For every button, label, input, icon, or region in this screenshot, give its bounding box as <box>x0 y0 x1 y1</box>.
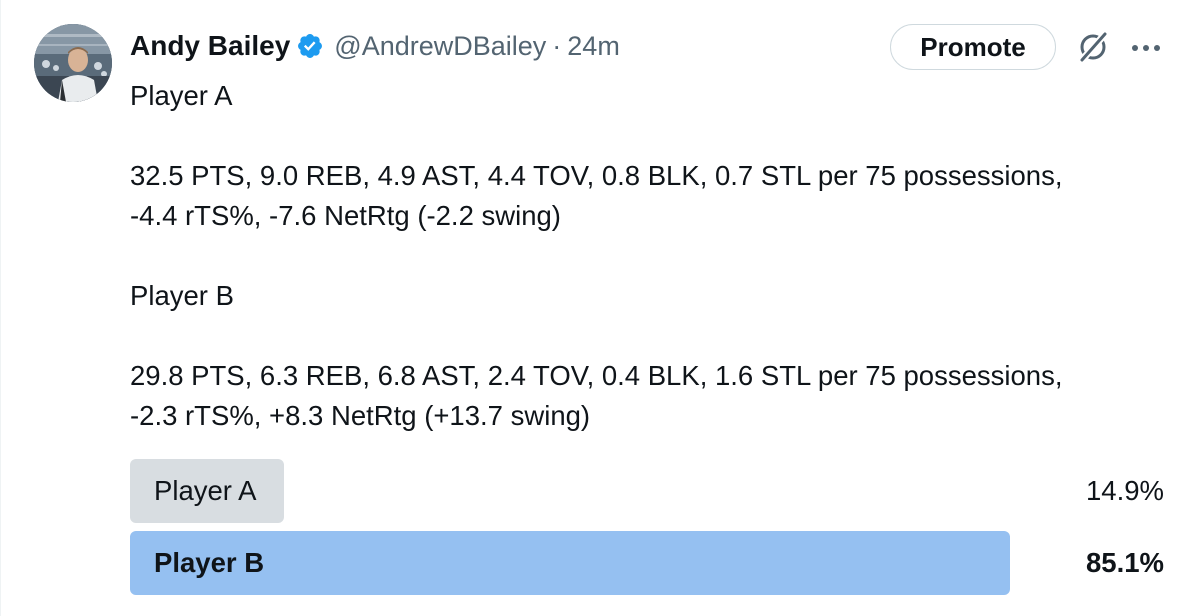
tweet-line-player-a-stats-2: -4.4 rTS%, -7.6 NetRtg (-2.2 swing) <box>130 200 561 231</box>
more-options-icon[interactable] <box>1128 34 1164 62</box>
tweet-header: Andy Bailey @AndrewDBailey · 24m <box>130 26 620 66</box>
author-name[interactable]: Andy Bailey <box>130 30 290 62</box>
author-handle[interactable]: @AndrewDBailey <box>334 31 546 62</box>
tweet-blank-line <box>130 316 1160 356</box>
tweet-line-player-b-stats-2: -2.3 rTS%, +8.3 NetRtg (+13.7 swing) <box>130 400 591 431</box>
tweet-line-player-b-heading: Player B <box>130 280 234 311</box>
header-separator: · <box>552 30 562 61</box>
tweet-line-player-b-stats-1: 29.8 PTS, 6.3 REB, 6.8 AST, 2.4 TOV, 0.4… <box>130 360 1063 391</box>
poll: Player A 14.9% Player B 85.1% <box>130 459 1164 603</box>
poll-option-percent: 85.1% <box>1086 547 1164 578</box>
avatar-photo <box>34 24 112 102</box>
tweet-line-player-a-stats-1: 32.5 PTS, 9.0 REB, 4.9 AST, 4.4 TOV, 0.8… <box>130 160 1063 191</box>
poll-option-player-b: Player B 85.1% <box>130 531 1164 595</box>
tweet-blank-line <box>130 236 1160 276</box>
tweet-line-player-a-heading: Player A <box>130 80 233 111</box>
left-divider <box>0 0 1 616</box>
poll-option-label: Player B <box>154 547 265 578</box>
avatar[interactable] <box>34 24 112 102</box>
poll-option-player-a: Player A 14.9% <box>130 459 1164 523</box>
tweet-body: Player A 32.5 PTS, 9.0 REB, 4.9 AST, 4.4… <box>130 76 1160 436</box>
timestamp[interactable]: 24m <box>567 31 620 62</box>
poll-option-label: Player A <box>154 475 257 506</box>
tweet-blank-line <box>130 116 1160 156</box>
verified-badge-icon <box>298 34 323 58</box>
poll-option-percent: 14.9% <box>1086 475 1164 506</box>
promote-button[interactable]: Promote <box>890 24 1056 70</box>
grok-icon[interactable] <box>1074 28 1112 66</box>
